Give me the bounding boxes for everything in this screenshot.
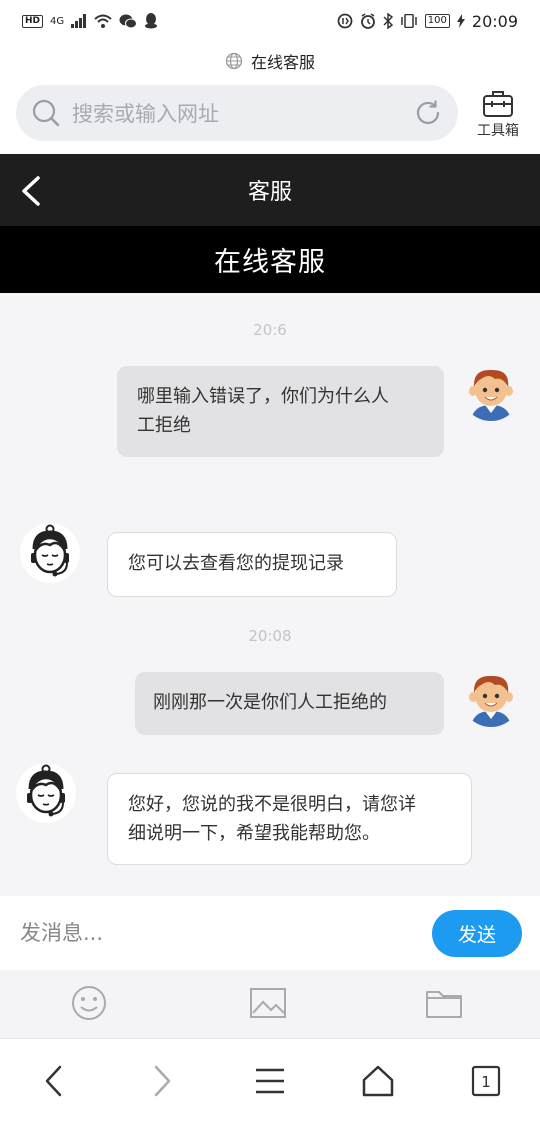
hd-badge: HD: [22, 14, 44, 28]
toolbox-icon: [483, 91, 513, 117]
page-origin: 在线客服: [0, 46, 540, 76]
chat-area[interactable]: 20:6 哪里输入错误了，你们为什么人 工拒绝 您可以去查看您的提现记录 20:…: [0, 293, 540, 896]
search-icon: [32, 99, 60, 127]
message-line: 哪里输入错误了，你们为什么人: [137, 386, 389, 407]
status-right: 100 20:09: [337, 12, 518, 31]
title-banner: 在线客服: [0, 226, 540, 293]
message-bubble-in[interactable]: 您好，您说的我不是很明白，请您详 细说明一下，希望我能帮助您。: [107, 773, 472, 865]
user-avatar-icon: [461, 667, 521, 727]
image-icon[interactable]: [247, 984, 289, 1022]
refresh-icon[interactable]: [414, 99, 442, 127]
bluetooth-icon: [383, 13, 393, 29]
back-icon[interactable]: [18, 176, 44, 206]
browser-nav-bar: 1: [0, 1038, 540, 1122]
status-left: HD 4G: [22, 13, 158, 29]
home-icon: [362, 1065, 394, 1097]
nav-home-button[interactable]: [358, 1061, 398, 1101]
menu-icon: [256, 1068, 284, 1094]
nav-back-button[interactable]: [34, 1061, 74, 1101]
status-bar: HD 4G 100 20:09: [0, 0, 540, 42]
message-line: 刚刚那一次是你们人工拒绝的: [153, 692, 387, 713]
page-title: 在线客服: [250, 53, 315, 72]
vibrate-icon: [401, 14, 417, 28]
data-saver-icon: [337, 13, 353, 29]
message-bubble-out[interactable]: 刚刚那一次是你们人工拒绝的: [135, 672, 444, 735]
globe-icon: [225, 52, 243, 70]
message-input[interactable]: [20, 913, 410, 953]
back-icon: [45, 1065, 62, 1097]
header-title: 客服: [247, 180, 292, 205]
battery-icon: 100: [424, 14, 450, 28]
user-avatar-icon: [461, 361, 521, 421]
nav-menu-button[interactable]: [250, 1061, 290, 1101]
message-bubble-out[interactable]: 哪里输入错误了，你们为什么人 工拒绝: [117, 366, 444, 457]
message-line: 您好，您说的我不是很明白，请您详: [128, 794, 416, 815]
timestamp: 20:08: [248, 627, 292, 645]
charging-icon: [456, 14, 465, 28]
page: HD 4G 100 20:09 在线客服 搜索或输入网址 工具箱 客服 在线客服…: [0, 0, 540, 1122]
tabs-icon: 1: [471, 1065, 501, 1097]
composer-tools: [0, 970, 540, 1038]
tab-count: 1: [481, 1073, 491, 1091]
toolbox-label: 工具箱: [477, 123, 519, 139]
clock: 20:09: [471, 11, 518, 31]
alarm-icon: [360, 13, 375, 29]
app-header: 客服: [0, 154, 540, 226]
timestamp: 20:6: [253, 321, 287, 339]
emoji-icon[interactable]: [68, 984, 110, 1022]
agent-avatar-icon: [16, 763, 76, 823]
forward-icon: [154, 1065, 171, 1097]
address-bar[interactable]: 搜索或输入网址: [16, 85, 458, 141]
address-placeholder: 搜索或输入网址: [72, 102, 219, 126]
send-button[interactable]: 发送: [432, 910, 522, 957]
message-line: 细说明一下，希望我能帮助您。: [128, 823, 380, 844]
qq-icon: [145, 13, 158, 29]
agent-avatar-icon: [20, 523, 80, 583]
nav-forward-button[interactable]: [142, 1061, 182, 1101]
message-line: 您可以去查看您的提现记录: [128, 553, 344, 574]
wifi-icon: [94, 14, 112, 28]
message-line: 工拒绝: [137, 415, 191, 436]
folder-icon[interactable]: [423, 984, 465, 1022]
wechat-icon: [119, 14, 138, 28]
nav-tabs-button[interactable]: 1: [466, 1061, 506, 1101]
banner-title: 在线客服: [214, 247, 326, 278]
signal-icon: [71, 14, 87, 28]
message-bubble-in[interactable]: 您可以去查看您的提现记录: [107, 532, 397, 597]
network-badge: 4G: [50, 15, 65, 27]
toolbox-button[interactable]: 工具箱: [470, 88, 526, 144]
